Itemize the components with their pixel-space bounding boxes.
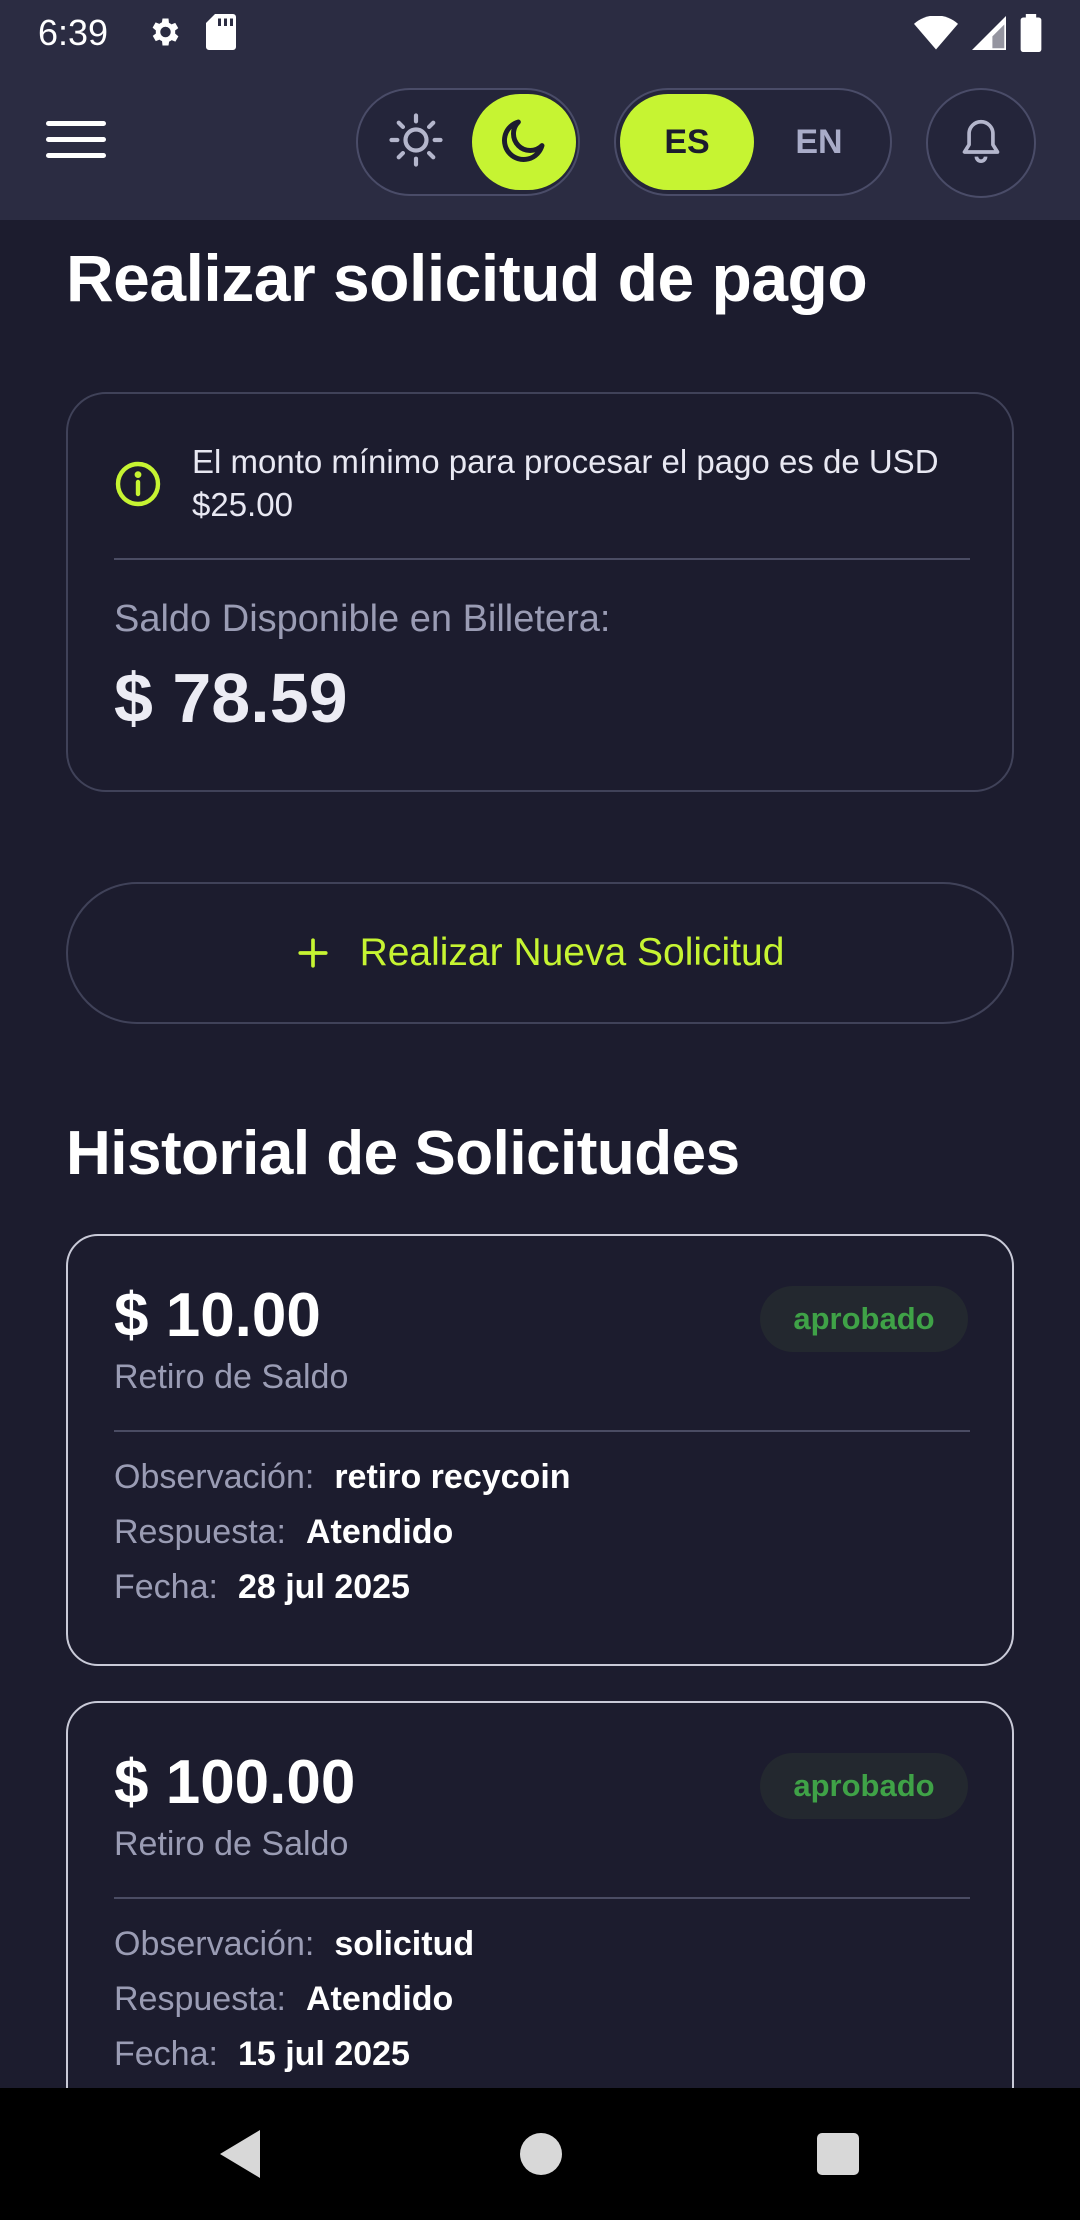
response-value: Atendido (306, 1980, 454, 2018)
request-card[interactable]: $ 100.00 Retiro de Saldo aprobado Observ… (66, 1701, 1014, 2088)
app-bar: ES EN (0, 66, 1080, 220)
request-type: Retiro de Saldo (114, 1358, 349, 1396)
status-time: 6:39 (38, 12, 109, 53)
sun-icon (388, 112, 444, 173)
response-label: Respuesta: (114, 1513, 286, 1551)
notifications-button[interactable] (926, 88, 1036, 198)
light-mode-option[interactable] (364, 94, 468, 190)
sd-card-icon (206, 14, 236, 55)
request-response: Respuesta: Atendido (114, 1980, 453, 2019)
divider (114, 1430, 970, 1432)
response-label: Respuesta: (114, 1980, 286, 2018)
content-area[interactable]: Realizar solicitud de pago El monto míni… (0, 220, 1080, 2088)
divider (114, 558, 970, 560)
date-label: Fecha: (114, 1568, 218, 1606)
balance-label: Saldo Disponible en Billetera: (114, 598, 611, 640)
request-card[interactable]: $ 10.00 Retiro de Saldo aprobado Observa… (66, 1234, 1014, 1666)
status-badge: aprobado (760, 1753, 968, 1819)
request-observation: Observación: retiro recycoin (114, 1458, 571, 1497)
home-icon[interactable] (520, 2133, 562, 2175)
info-message: El monto mínimo para procesar el pago es… (192, 443, 939, 523)
date-value: 15 jul 2025 (237, 2035, 410, 2073)
dark-mode-option[interactable] (472, 94, 576, 190)
history-title: Historial de Solicitudes (66, 1119, 740, 1188)
plus-icon (296, 928, 330, 978)
observation-value: solicitud (334, 1925, 475, 1963)
battery-icon (1020, 14, 1042, 57)
request-response: Respuesta: Atendido (114, 1513, 453, 1552)
status-bar: 6:39 (0, 0, 1080, 66)
divider (114, 1897, 970, 1899)
date-label: Fecha: (114, 2035, 218, 2073)
response-value: Atendido (306, 1513, 454, 1551)
language-option-es[interactable]: ES (620, 94, 754, 190)
back-icon[interactable] (220, 2130, 260, 2183)
request-date: Fecha: 28 jul 2025 (114, 1568, 410, 1607)
wifi-icon (914, 15, 958, 55)
status-badge: aprobado (760, 1286, 968, 1352)
language-toggle[interactable]: ES EN (614, 88, 892, 196)
observation-value: retiro recycoin (334, 1458, 571, 1496)
language-option-en[interactable]: EN (752, 94, 886, 190)
balance-card: El monto mínimo para procesar el pago es… (66, 392, 1014, 792)
minimum-amount-notice: El monto mínimo para procesar el pago es… (114, 440, 974, 526)
observation-label: Observación: (114, 1925, 315, 1963)
request-amount: $ 10.00 (114, 1281, 321, 1350)
page-title: Realizar solicitud de pago (66, 241, 868, 315)
request-type: Retiro de Saldo (114, 1825, 349, 1863)
request-amount: $ 100.00 (114, 1748, 356, 1817)
new-request-button[interactable]: Realizar Nueva Solicitud (66, 882, 1014, 1024)
bell-icon (959, 117, 1003, 170)
info-icon (114, 460, 162, 508)
request-date: Fecha: 15 jul 2025 (114, 2035, 410, 2074)
recents-icon[interactable] (817, 2133, 859, 2175)
observation-label: Observación: (114, 1458, 315, 1496)
theme-toggle[interactable] (356, 88, 580, 196)
new-request-label: Realizar Nueva Solicitud (359, 931, 785, 974)
balance-amount: $ 78.59 (114, 659, 348, 737)
system-nav-bar (0, 2088, 1080, 2220)
date-value: 28 jul 2025 (237, 1568, 410, 1606)
signal-icon (972, 16, 1006, 55)
hamburger-menu-icon[interactable] (46, 121, 106, 165)
moon-icon (497, 113, 551, 172)
request-observation: Observación: solicitud (114, 1925, 474, 1964)
gear-icon (146, 14, 182, 55)
